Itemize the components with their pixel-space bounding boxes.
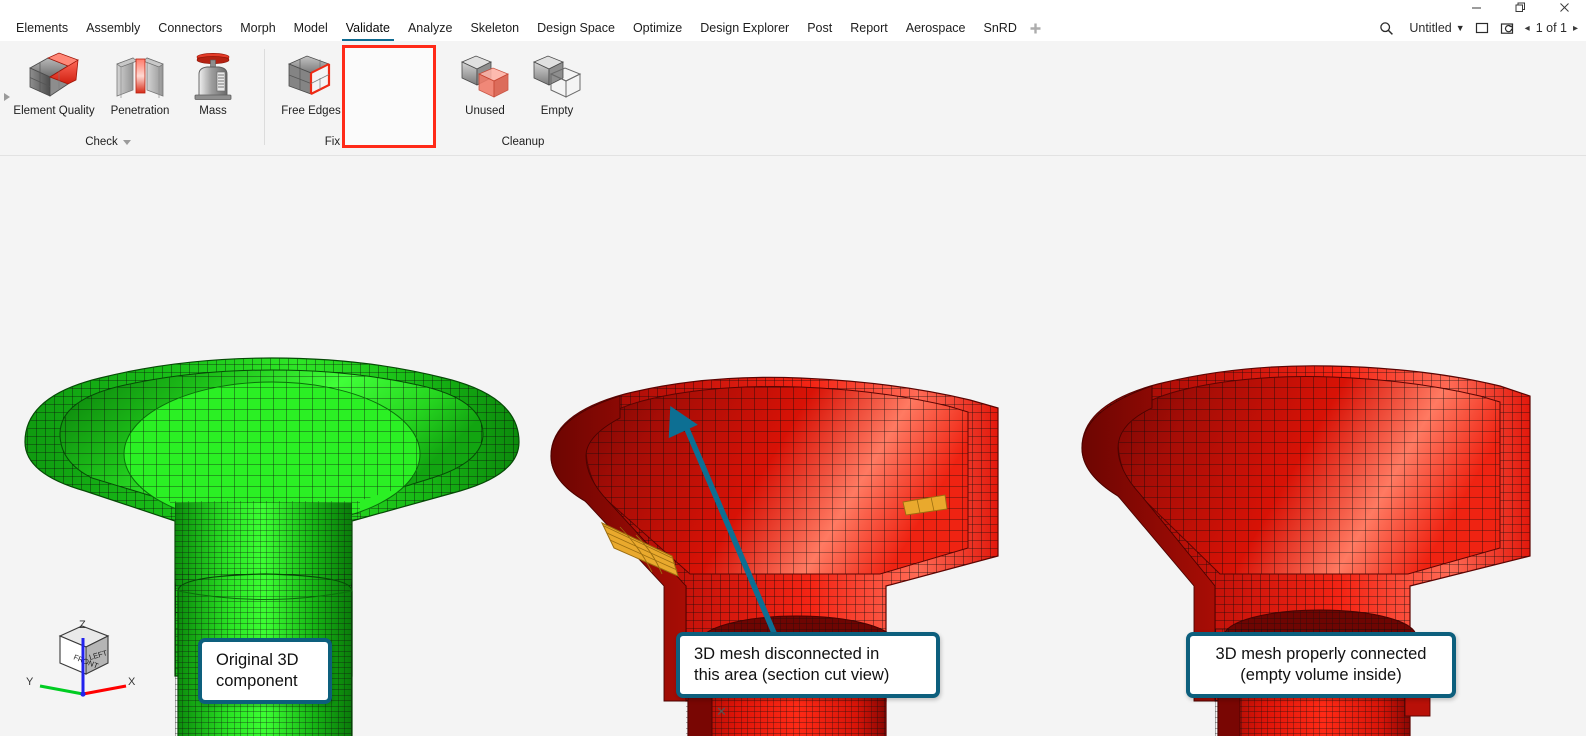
tab-aerospace[interactable]: Aerospace: [897, 15, 975, 41]
tab-assembly[interactable]: Assembly: [77, 15, 149, 41]
callout-original-component: Original 3D component: [198, 638, 332, 704]
ribbon-button-label: Free Edges: [281, 105, 341, 117]
penetration-icon: [112, 47, 168, 105]
unused-icon: [457, 47, 513, 105]
ribbon-button-label: Faces: [375, 105, 407, 117]
tab-post[interactable]: Post: [798, 15, 841, 41]
ribbon-tab-strip: Elements Assembly Connectors Morph Model…: [0, 15, 1586, 41]
element-quality-icon: [26, 47, 82, 105]
ribbon-group-check: Element Quality Penetration Mass Check: [8, 41, 253, 156]
free-edges-icon: [283, 47, 339, 105]
window-title-bar: [0, 0, 1586, 15]
tab-design-explorer[interactable]: Design Explorer: [691, 15, 798, 41]
document-name-dropdown[interactable]: Untitled ▼: [1401, 15, 1468, 41]
mass-icon: [185, 47, 241, 105]
page-indicator: 1 of 1: [1535, 21, 1567, 35]
ribbon-group-fix-elements: Free Edges Faces Fix Elements: [272, 41, 444, 156]
axis-label-x: X: [128, 676, 136, 688]
prev-page-icon[interactable]: ◂: [1525, 23, 1530, 34]
history-icon[interactable]: [1495, 15, 1521, 41]
axis-label-y: Y: [26, 676, 34, 688]
callout-disconnected-mesh: 3D mesh disconnected in this area (secti…: [676, 632, 940, 698]
tab-analyze[interactable]: Analyze: [399, 15, 461, 41]
callout-connected-mesh: 3D mesh properly connected (empty volume…: [1186, 632, 1456, 698]
ribbon-group-title-fix-elements: Fix Elements: [272, 136, 444, 148]
ribbon-button-free-edges[interactable]: Free Edges: [272, 41, 350, 118]
minimize-icon[interactable]: [1454, 0, 1498, 15]
group-title-label: Check: [85, 136, 118, 148]
page-navigator: ◂ 1 of 1 ▸: [1521, 15, 1578, 41]
ribbon-group-divider: [264, 49, 265, 145]
next-page-icon[interactable]: ▸: [1573, 23, 1578, 34]
ribbon-button-label: Mass: [199, 105, 227, 117]
ribbon-button-unused[interactable]: Unused: [448, 41, 522, 118]
modeling-canvas[interactable]: ✕ FRONT LEFT Z Y X Original 3D component…: [0, 156, 1586, 736]
view-cube[interactable]: FRONT LEFT Z Y X: [20, 606, 140, 711]
restore-icon[interactable]: [1498, 0, 1542, 15]
tab-skeleton[interactable]: Skeleton: [461, 15, 528, 41]
chevron-down-icon: ▼: [1455, 23, 1465, 33]
svg-text:✕: ✕: [716, 704, 727, 719]
ribbon-button-faces[interactable]: Faces: [350, 41, 432, 118]
ribbon-group-cleanup: Unused Empty Cleanup: [448, 41, 598, 156]
empty-icon: [529, 47, 585, 105]
single-window-icon[interactable]: [1469, 15, 1495, 41]
ribbon-group-title-cleanup: Cleanup: [448, 136, 598, 148]
ribbon-button-element-quality[interactable]: Element Quality: [8, 41, 100, 118]
ribbon-button-label: Element Quality: [13, 105, 95, 117]
ribbon-button-empty[interactable]: Empty: [522, 41, 592, 118]
tab-design-space[interactable]: Design Space: [528, 15, 624, 41]
ribbon-button-mass[interactable]: Mass: [180, 41, 246, 118]
chevron-down-icon[interactable]: [122, 139, 131, 145]
ribbon-button-label: Empty: [540, 105, 574, 117]
faces-icon: [360, 47, 422, 105]
group-title-label: Cleanup: [501, 136, 545, 148]
ribbon-button-label: Penetration: [110, 105, 170, 117]
close-icon[interactable]: [1542, 0, 1586, 15]
tab-elements[interactable]: Elements: [7, 15, 77, 41]
ribbon-button-penetration[interactable]: Penetration: [100, 41, 180, 118]
ribbon-utility-bar: Untitled ▼ ◂ 1 of 1 ▸: [1371, 15, 1586, 41]
add-tab-icon[interactable]: [1026, 15, 1046, 41]
search-icon[interactable]: [1371, 15, 1401, 41]
tab-morph[interactable]: Morph: [231, 15, 284, 41]
tab-report[interactable]: Report: [841, 15, 897, 41]
tab-connectors[interactable]: Connectors: [149, 15, 231, 41]
ribbon-group-title-check: Check: [28, 136, 188, 148]
group-title-label: Fix Elements: [324, 136, 392, 148]
tab-optimize[interactable]: Optimize: [624, 15, 691, 41]
ribbon-button-label: Unused: [465, 105, 505, 117]
tab-validate[interactable]: Validate: [337, 15, 399, 41]
document-name-label: Untitled: [1409, 21, 1452, 35]
tab-model[interactable]: Model: [285, 15, 337, 41]
axis-label-z: Z: [79, 619, 86, 631]
ribbon-panel: Element Quality Penetration Mass Check F…: [0, 41, 1586, 156]
tab-snrd[interactable]: SnRD: [975, 15, 1026, 41]
ribbon-tabs: Elements Assembly Connectors Morph Model…: [7, 15, 1046, 41]
